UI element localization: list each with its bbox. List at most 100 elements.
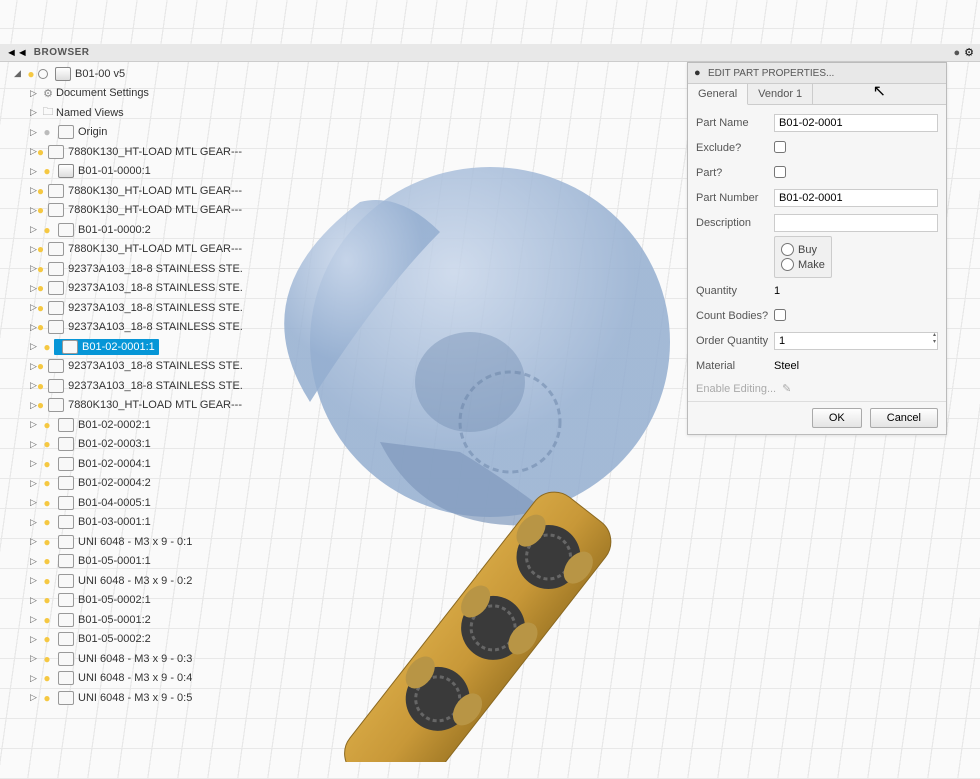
visibility-icon[interactable]: ● bbox=[40, 574, 54, 588]
tree-row[interactable]: ▷●UNI 6048 - M3 x 9 - 0:1 bbox=[0, 532, 242, 552]
tree-row[interactable]: ▷●UNI 6048 - M3 x 9 - 0:5 bbox=[0, 688, 242, 708]
tree-row[interactable]: ▷●92373A103_18-8 STAINLESS STE... bbox=[0, 357, 242, 377]
expand-arrow-icon[interactable]: ▷ bbox=[30, 322, 37, 333]
expand-arrow-icon[interactable]: ▷ bbox=[30, 692, 40, 703]
tree-row[interactable]: ▷●B01-02-0004:1 bbox=[0, 454, 242, 474]
buy-radio[interactable] bbox=[781, 243, 794, 256]
visibility-icon[interactable]: ● bbox=[37, 379, 44, 393]
expand-arrow-icon[interactable]: ▷ bbox=[30, 302, 37, 313]
visibility-icon[interactable]: ● bbox=[37, 203, 44, 217]
expand-arrow-icon[interactable]: ▷ bbox=[30, 107, 40, 118]
browser-settings-icon[interactable]: ⚙ bbox=[964, 46, 974, 59]
visibility-icon[interactable]: ● bbox=[37, 281, 44, 295]
tree-row[interactable]: ▷●7880K130_HT-LOAD MTL GEAR---2... bbox=[0, 396, 242, 416]
tree-row[interactable]: ▷●B01-03-0001:1 bbox=[0, 513, 242, 533]
visibility-icon[interactable]: ● bbox=[37, 398, 44, 412]
tree-row[interactable]: ▷●UNI 6048 - M3 x 9 - 0:2 bbox=[0, 571, 242, 591]
part-name-input[interactable] bbox=[774, 114, 938, 132]
expand-arrow-icon[interactable]: ▷ bbox=[30, 634, 40, 645]
visibility-icon[interactable]: ● bbox=[40, 613, 54, 627]
visibility-icon[interactable]: ● bbox=[37, 145, 44, 159]
tab-vendor-1[interactable]: Vendor 1 bbox=[748, 84, 813, 104]
visibility-icon[interactable]: ● bbox=[40, 554, 54, 568]
description-input[interactable] bbox=[774, 214, 938, 232]
tree-row[interactable]: ▷●92373A103_18-8 STAINLESS STE... bbox=[0, 279, 242, 299]
tree-row[interactable]: ▷●92373A103_18-8 STAINLESS STE... bbox=[0, 298, 242, 318]
expand-arrow-icon[interactable]: ▷ bbox=[30, 127, 40, 138]
tree-row[interactable]: ▷●B01-01-0000:1 bbox=[0, 162, 242, 182]
tree-row[interactable]: ▷●B01-02-0003:1 bbox=[0, 435, 242, 455]
cancel-button[interactable]: Cancel bbox=[870, 408, 938, 428]
order-qty-input[interactable] bbox=[774, 332, 938, 350]
tree-row[interactable]: ▷●UNI 6048 - M3 x 9 - 0:4 bbox=[0, 669, 242, 689]
tree-row[interactable]: ▷●92373A103_18-8 STAINLESS STE... bbox=[0, 259, 242, 279]
activate-radio-icon[interactable] bbox=[38, 69, 48, 79]
expand-arrow-icon[interactable]: ▷ bbox=[30, 439, 40, 450]
tree-row[interactable]: ▷●7880K130_HT-LOAD MTL GEAR---2... bbox=[0, 142, 242, 162]
expand-arrow-icon[interactable]: ▷ bbox=[30, 205, 37, 216]
visibility-icon[interactable]: ● bbox=[37, 242, 44, 256]
expand-arrow-icon[interactable]: ▷ bbox=[30, 380, 37, 391]
count-bodies-checkbox[interactable] bbox=[774, 309, 786, 321]
tree-row[interactable]: ▷●92373A103_18-8 STAINLESS STE... bbox=[0, 318, 242, 338]
expand-arrow-icon[interactable]: ▷ bbox=[30, 244, 37, 255]
exclude-checkbox[interactable] bbox=[774, 141, 786, 153]
expand-arrow-icon[interactable]: ▷ bbox=[30, 146, 37, 157]
expand-arrow-icon[interactable]: ▷ bbox=[30, 556, 40, 567]
expand-arrow-icon[interactable]: ◢ bbox=[14, 68, 24, 79]
visibility-icon[interactable]: ● bbox=[40, 515, 54, 529]
visibility-icon[interactable]: ● bbox=[40, 691, 54, 705]
expand-arrow-icon[interactable]: ▷ bbox=[30, 341, 40, 352]
tree-row[interactable]: ▷●B01-05-0001:2 bbox=[0, 610, 242, 630]
buy-radio-row[interactable]: Buy bbox=[781, 243, 825, 256]
visibility-icon[interactable]: ● bbox=[37, 301, 44, 315]
visibility-icon[interactable]: ● bbox=[37, 359, 44, 373]
part-number-input[interactable] bbox=[774, 189, 938, 207]
browser-collapse-icon[interactable]: ◄◄ bbox=[6, 47, 28, 59]
ok-button[interactable]: OK bbox=[812, 408, 862, 428]
expand-arrow-icon[interactable]: ▷ bbox=[30, 536, 40, 547]
expand-arrow-icon[interactable]: ▷ bbox=[30, 575, 40, 586]
visibility-icon[interactable]: ● bbox=[37, 262, 44, 276]
visibility-icon[interactable]: ● bbox=[40, 437, 54, 451]
tree-row[interactable]: ▷●B01-01-0000:2 bbox=[0, 220, 242, 240]
expand-arrow-icon[interactable]: ▷ bbox=[30, 88, 40, 99]
expand-arrow-icon[interactable]: ▷ bbox=[30, 673, 40, 684]
tree-row[interactable]: ▷🗀Named Views bbox=[0, 103, 242, 123]
expand-arrow-icon[interactable]: ▷ bbox=[30, 497, 40, 508]
expand-arrow-icon[interactable]: ▷ bbox=[30, 283, 37, 294]
visibility-icon[interactable]: ● bbox=[24, 67, 38, 81]
tab-general[interactable]: General bbox=[688, 84, 748, 105]
tree-row[interactable]: ▷●B01-04-0005:1 bbox=[0, 493, 242, 513]
visibility-icon[interactable]: ● bbox=[40, 535, 54, 549]
expand-arrow-icon[interactable]: ▷ bbox=[30, 166, 40, 177]
visibility-icon[interactable]: ● bbox=[37, 184, 44, 198]
visibility-icon[interactable]: ● bbox=[40, 476, 54, 490]
visibility-icon[interactable]: ● bbox=[40, 457, 54, 471]
expand-arrow-icon[interactable]: ▷ bbox=[30, 653, 40, 664]
expand-arrow-icon[interactable]: ▷ bbox=[30, 517, 40, 528]
visibility-icon[interactable]: ● bbox=[37, 320, 44, 334]
tree-row[interactable]: ▷●B01-05-0002:2 bbox=[0, 630, 242, 650]
visibility-icon[interactable]: ● bbox=[40, 223, 54, 237]
visibility-icon[interactable]: ● bbox=[40, 164, 54, 178]
visibility-icon[interactable]: ● bbox=[40, 340, 54, 354]
expand-arrow-icon[interactable]: ▷ bbox=[30, 478, 40, 489]
tree-row[interactable]: ▷●B01-02-0002:1 bbox=[0, 415, 242, 435]
expand-arrow-icon[interactable]: ▷ bbox=[30, 595, 40, 606]
tree-row[interactable]: ▷●B01-05-0001:1 bbox=[0, 552, 242, 572]
visibility-icon[interactable]: ● bbox=[40, 593, 54, 607]
tree-row[interactable]: ▷●7880K130_HT-LOAD MTL GEAR---2... bbox=[0, 181, 242, 201]
tree-row[interactable]: ▷⚙Document Settings bbox=[0, 84, 242, 104]
visibility-icon[interactable]: ● bbox=[40, 496, 54, 510]
expand-arrow-icon[interactable]: ▷ bbox=[30, 361, 37, 372]
expand-arrow-icon[interactable]: ▷ bbox=[30, 614, 40, 625]
tree-row[interactable]: ▷●B01-05-0002:1 bbox=[0, 591, 242, 611]
props-titlebar[interactable]: ● EDIT PART PROPERTIES... bbox=[688, 63, 946, 84]
tree-row[interactable]: ▷●7880K130_HT-LOAD MTL GEAR---2... bbox=[0, 201, 242, 221]
enable-editing-link[interactable]: Enable Editing... ✎ bbox=[696, 382, 938, 395]
make-radio-row[interactable]: Make bbox=[781, 258, 825, 271]
tree-row[interactable]: ▷●Origin bbox=[0, 123, 242, 143]
expand-arrow-icon[interactable]: ▷ bbox=[30, 400, 37, 411]
visibility-icon[interactable]: ● bbox=[40, 652, 54, 666]
